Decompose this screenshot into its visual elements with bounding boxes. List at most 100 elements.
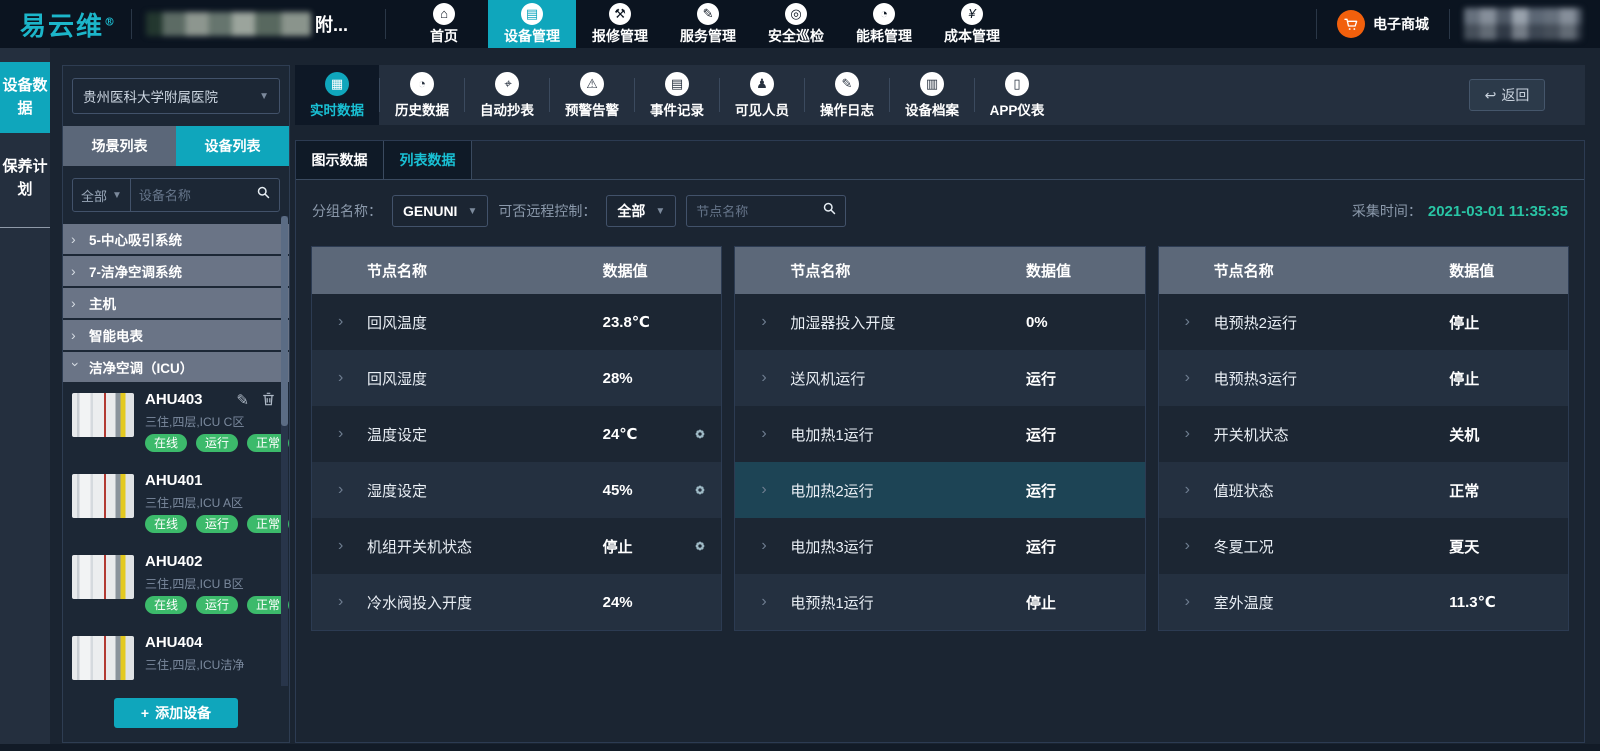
- device-card-ahu403[interactable]: AHU403 ✎ 三住,四层,ICU C区 在线 运行 正常: [63, 384, 289, 465]
- hospital-select[interactable]: 贵州医科大学附属医院 ▼: [72, 78, 280, 114]
- chevron-right-icon: ›: [338, 537, 350, 555]
- tab-graphic-data[interactable]: 图示数据: [296, 141, 384, 179]
- table-row[interactable]: › 回风温度 23.8℃: [312, 294, 721, 350]
- device-thumbnail: [72, 555, 134, 599]
- chevron-right-icon: ›: [1185, 369, 1197, 387]
- gear-icon[interactable]: [693, 427, 707, 441]
- chevron-right-icon: ›: [1185, 313, 1197, 331]
- subnav-realtime-data[interactable]: ▦ 实时数据: [295, 65, 379, 125]
- device-name-input[interactable]: [131, 188, 256, 203]
- table-row[interactable]: › 送风机运行 运行: [735, 350, 1144, 406]
- subnav-operation-log[interactable]: ✎ 操作日志: [805, 65, 889, 125]
- tab-device-list[interactable]: 设备列表: [176, 126, 289, 166]
- rail-item-device-data[interactable]: 设备数据: [0, 62, 50, 133]
- chevron-right-icon: ›: [338, 593, 350, 611]
- tree-group-smart-meter[interactable]: › 智能电表: [63, 320, 289, 350]
- group-select[interactable]: GENUNI ▼: [392, 195, 488, 227]
- device-thumbnail: [72, 474, 134, 518]
- chevron-right-icon: ›: [1185, 593, 1197, 611]
- table-row[interactable]: › 值班状态 正常: [1159, 462, 1568, 518]
- nav-item-safety-patrol[interactable]: ◎ 安全巡检: [752, 0, 840, 48]
- device-thumbnail: [72, 393, 134, 437]
- realtime-data-icon: ▦: [325, 72, 349, 96]
- table-row[interactable]: › 温度设定 24℃: [312, 406, 721, 462]
- nav-item-cost-management[interactable]: ¥ 成本管理: [928, 0, 1016, 48]
- nav-item-energy-management[interactable]: ◔ 能耗管理: [840, 0, 928, 48]
- gear-icon[interactable]: [693, 483, 707, 497]
- subnav-event-record[interactable]: ▤ 事件记录: [635, 65, 719, 125]
- scrollbar[interactable]: [281, 216, 288, 686]
- collect-time-value: 2021-03-01 11:35:35: [1428, 203, 1568, 220]
- tree-group-clean-ac-system[interactable]: › 7-洁净空调系统: [63, 256, 289, 286]
- tab-list-data[interactable]: 列表数据: [384, 141, 472, 179]
- search-icon[interactable]: [256, 185, 271, 205]
- table-row[interactable]: › 冷水阀投入开度 24%: [312, 574, 721, 630]
- table-row[interactable]: › 电预热3运行 停止: [1159, 350, 1568, 406]
- tree-group-host[interactable]: › 主机: [63, 288, 289, 318]
- edit-icon[interactable]: ✎: [236, 391, 249, 409]
- tab-scene-list[interactable]: 场景列表: [63, 126, 176, 166]
- subnav-alarm-warning[interactable]: ⚠ 预警告警: [550, 65, 634, 125]
- tree-group-clean-ac-icu[interactable]: › 洁净空调（ICU）: [63, 352, 289, 382]
- tree-group-central-suction[interactable]: › 5-中心吸引系统: [63, 224, 289, 254]
- search-scope-select[interactable]: 全部 ▼: [73, 179, 131, 211]
- status-badge: 在线: [145, 434, 187, 452]
- subnav-auto-meter-reading[interactable]: ⌖ 自动抄表: [465, 65, 549, 125]
- device-card-ahu402[interactable]: AHU402 三住,四层,ICU B区 在线 运行 正常: [63, 546, 289, 627]
- table-row[interactable]: › 电预热2运行 停止: [1159, 294, 1568, 350]
- nav-item-service-management[interactable]: ✎ 服务管理: [664, 0, 752, 48]
- node-name-input[interactable]: [687, 204, 822, 219]
- back-button[interactable]: ↩ 返回: [1469, 79, 1545, 111]
- device-icon: ▤: [521, 3, 543, 25]
- device-card-ahu401[interactable]: AHU401 三住,四层,ICU A区 在线 运行 正常: [63, 465, 289, 546]
- device-card-ahu404[interactable]: AHU404 三住,四层,ICU洁净: [63, 627, 289, 696]
- status-badge: 运行: [196, 434, 238, 452]
- nav-item-repair-management[interactable]: ⚒ 报修管理: [576, 0, 664, 48]
- chevron-down-icon: ▼: [467, 206, 477, 217]
- chevron-right-icon: ›: [761, 369, 773, 387]
- table-row[interactable]: › 加湿器投入开度 0%: [735, 294, 1144, 350]
- subnav-visible-personnel[interactable]: ♟ 可见人员: [720, 65, 804, 125]
- table-row[interactable]: › 机组开关机状态 停止: [312, 518, 721, 574]
- detail-subnav: ▦ 实时数据 ◔ 历史数据 ⌖ 自动抄表 ⚠ 预警告警 ▤ 事件记录 ♟ 可见人…: [295, 65, 1585, 125]
- subnav-history-data[interactable]: ◔ 历史数据: [380, 65, 464, 125]
- table-row[interactable]: › 冬夏工况 夏天: [1159, 518, 1568, 574]
- gear-icon[interactable]: [693, 539, 707, 553]
- home-icon: ⌂: [433, 3, 455, 25]
- mall-button[interactable]: 电子商城: [1331, 10, 1435, 38]
- subnav-app-dashboard[interactable]: ▯ APP仪表: [975, 65, 1059, 125]
- filter-bar: 分组名称： GENUNI ▼ 可否远程控制： 全部 ▼ 采集时间： 2021-0…: [296, 180, 1584, 242]
- table-row[interactable]: › 电加热1运行 运行: [735, 406, 1144, 462]
- plus-icon: +: [141, 705, 149, 721]
- device-list-panel: 贵州医科大学附属医院 ▼ 场景列表 设备列表 全部 ▼ › 5-中心吸引系统 ›…: [62, 65, 290, 743]
- status-badge: 在线: [145, 515, 187, 533]
- table-row[interactable]: › 开关机状态 关机: [1159, 406, 1568, 462]
- subnav-device-archive[interactable]: ▥ 设备档案: [890, 65, 974, 125]
- table-row[interactable]: › 电预热1运行 停止: [735, 574, 1144, 630]
- scrollbar-thumb[interactable]: [281, 216, 288, 426]
- back-arrow-icon: ↩: [1485, 87, 1497, 104]
- cart-icon: [1337, 10, 1365, 38]
- chevron-right-icon: ›: [71, 231, 81, 247]
- chevron-down-icon: ▼: [259, 91, 269, 102]
- log-icon: ✎: [835, 72, 859, 96]
- table-row[interactable]: › 室外温度 11.3℃: [1159, 574, 1568, 630]
- node-tables: 节点名称 数据值 › 回风温度 23.8℃ › 回风湿度 28% › 温度设定 …: [296, 246, 1584, 631]
- search-icon[interactable]: [822, 201, 837, 221]
- chevron-right-icon: ›: [338, 481, 350, 499]
- chevron-right-icon: ›: [761, 481, 773, 499]
- table-row[interactable]: › 湿度设定 45%: [312, 462, 721, 518]
- table-row-selected[interactable]: › 电加热2运行 运行: [735, 462, 1144, 518]
- node-search: [686, 195, 846, 227]
- nav-item-home[interactable]: ⌂ 首页: [400, 0, 488, 48]
- remote-control-select[interactable]: 全部 ▼: [606, 195, 676, 227]
- table-row[interactable]: › 电加热3运行 运行: [735, 518, 1144, 574]
- rail-item-maintenance-plan[interactable]: 保养计划: [0, 143, 50, 214]
- table-row[interactable]: › 回风湿度 28%: [312, 350, 721, 406]
- trash-icon[interactable]: [262, 392, 275, 411]
- chevron-right-icon: ›: [71, 327, 81, 343]
- left-rail: 设备数据 保养计划: [0, 48, 50, 751]
- add-device-button[interactable]: + 添加设备: [114, 698, 238, 728]
- nav-item-device-management[interactable]: ▤ 设备管理: [488, 0, 576, 48]
- table-header: 节点名称 数据值: [312, 247, 721, 294]
